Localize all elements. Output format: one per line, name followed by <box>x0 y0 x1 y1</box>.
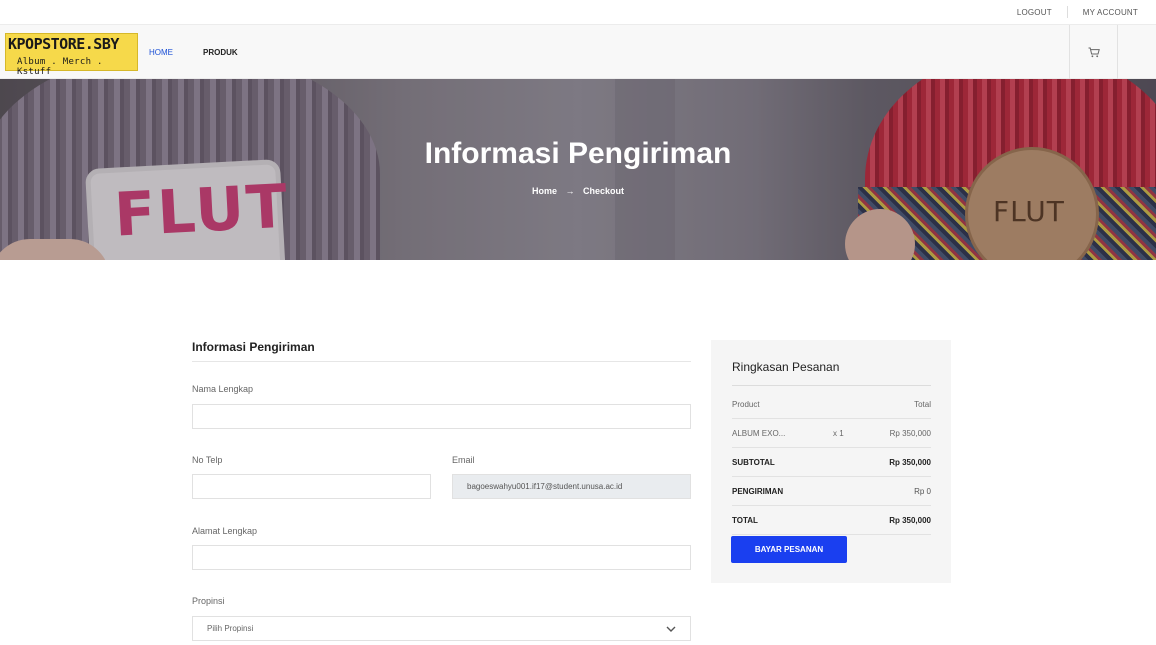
pay-order-button[interactable]: BAYAR PESANAN <box>731 536 847 563</box>
item-name: ALBUM EXO... <box>732 428 786 438</box>
item-price: Rp 350,000 <box>889 428 931 438</box>
divider <box>732 385 931 386</box>
col-product: Product <box>732 399 760 409</box>
logo-tagline: Album . Merch . Kstuff <box>17 57 103 77</box>
propinsi-select[interactable]: Pilih Propinsi <box>192 616 691 641</box>
shipping-row: PENGIRIMAN Rp 0 <box>732 477 931 506</box>
shipping-form: Informasi Pengiriman <box>192 340 691 362</box>
logout-link[interactable]: LOGOUT <box>1017 8 1052 17</box>
hero-banner: FLUT FLUT Informasi Pengiriman Home → Ch… <box>0 79 1156 260</box>
propinsi-label: Propinsi <box>192 596 225 606</box>
store-logo[interactable]: KPOPSTORE.SBY Album . Merch . Kstuff <box>5 33 138 77</box>
subtotal-value: Rp 350,000 <box>889 457 931 467</box>
breadcrumb-home[interactable]: Home <box>532 186 557 196</box>
summary-header-row: Product Total <box>732 390 931 419</box>
shipping-label: PENGIRIMAN <box>732 486 784 496</box>
nama-label: Nama Lengkap <box>192 384 254 394</box>
top-links: LOGOUT MY ACCOUNT <box>1017 0 1138 24</box>
alamat-input[interactable] <box>192 545 691 570</box>
breadcrumb-current: Checkout <box>583 186 625 196</box>
subtotal-label: SUBTOTAL <box>732 457 775 467</box>
email-label: Email <box>452 455 475 465</box>
subtotal-row: SUBTOTAL Rp 350,000 <box>732 448 931 477</box>
breadcrumb: Home → Checkout <box>0 186 1156 196</box>
arrow-right-icon: → <box>565 186 575 196</box>
chevron-down-icon <box>666 626 676 632</box>
telp-label: No Telp <box>192 455 223 465</box>
summary-title: Ringkasan Pesanan <box>732 360 840 374</box>
nav-home[interactable]: HOME <box>149 48 173 57</box>
order-summary: Ringkasan Pesanan Product Total ALBUM EX… <box>711 340 951 583</box>
propinsi-selected: Pilih Propinsi <box>207 624 254 633</box>
form-title: Informasi Pengiriman <box>192 340 691 362</box>
cart-button[interactable] <box>1069 25 1118 79</box>
my-account-link[interactable]: MY ACCOUNT <box>1083 8 1138 17</box>
main-nav: HOME PRODUK <box>149 25 268 79</box>
col-total: Total <box>914 399 931 409</box>
nama-input[interactable] <box>192 404 691 429</box>
item-qty: x 1 <box>833 428 844 438</box>
logo-text: KPOPSTORE.SBY <box>8 35 119 53</box>
summary-item-row: ALBUM EXO... x 1 Rp 350,000 <box>732 419 931 448</box>
telp-input[interactable] <box>192 474 431 499</box>
total-value: Rp 350,000 <box>889 515 931 525</box>
top-bar: LOGOUT MY ACCOUNT <box>0 0 1156 25</box>
divider <box>1066 6 1068 18</box>
email-input[interactable]: bagoeswahyu001.if17@student.unusa.ac.id <box>452 474 691 499</box>
shipping-value: Rp 0 <box>914 486 931 496</box>
total-label: TOTAL <box>732 515 758 525</box>
total-row: TOTAL Rp 350,000 <box>732 506 931 535</box>
cart-icon <box>1088 47 1100 57</box>
page-title: Informasi Pengiriman <box>424 137 732 170</box>
nav-produk[interactable]: PRODUK <box>203 48 238 57</box>
alamat-label: Alamat Lengkap <box>192 526 258 536</box>
main-header: KPOPSTORE.SBY Album . Merch . Kstuff HOM… <box>0 25 1156 79</box>
